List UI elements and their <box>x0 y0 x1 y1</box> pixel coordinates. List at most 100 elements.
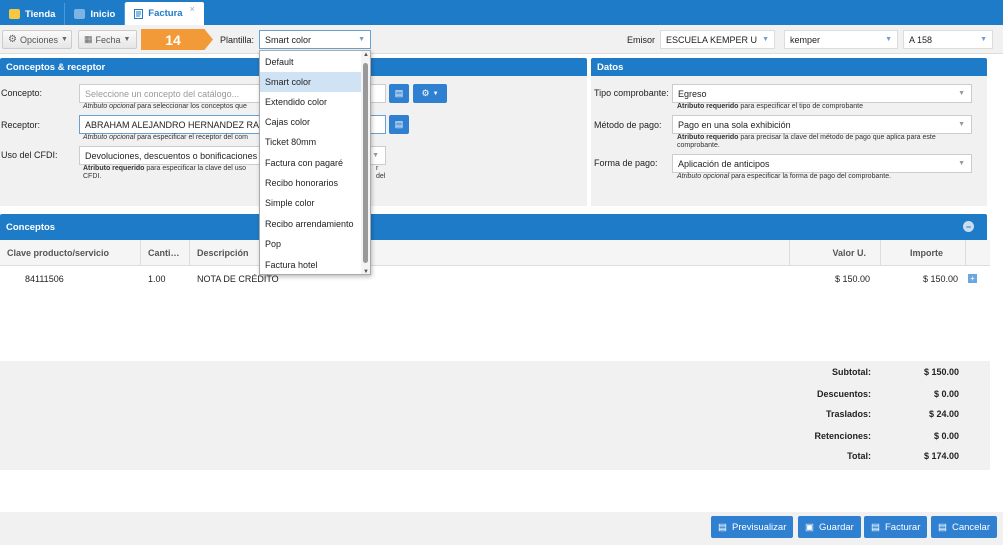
plantilla-option-pop[interactable]: Pop <box>260 234 362 254</box>
row-clave: 84111506 <box>25 274 64 284</box>
row-details-icon[interactable]: + <box>968 274 977 283</box>
collapse-icon[interactable]: − <box>963 221 974 232</box>
calendar-icon: ▦ <box>84 34 93 44</box>
tab-label: Tienda <box>25 8 56 20</box>
gear-icon: ⚙ <box>8 34 17 45</box>
receptor-help: Atributo opcional para especificar el re… <box>83 134 248 142</box>
cancelar-label: Cancelar <box>951 521 991 533</box>
col-importe[interactable]: Importe <box>881 240 966 266</box>
help-text: para especificar el tipo de comprobante <box>738 103 863 110</box>
chevron-down-icon: ▼ <box>123 36 131 43</box>
plantilla-option-extendido-color[interactable]: Extendido color <box>260 92 362 112</box>
plantilla-option-factura-hotel[interactable]: Factura hotel <box>260 255 362 274</box>
scroll-up-icon[interactable]: ▲ <box>363 52 369 58</box>
emisor-user-value: kemper <box>790 34 821 45</box>
home-icon <box>74 9 86 19</box>
fecha-button[interactable]: ▦ Fecha ▼ <box>78 30 137 49</box>
metodo-value: Pago en una sola exhibición <box>678 119 791 130</box>
plantilla-option-simple-color[interactable]: Simple color <box>260 193 362 213</box>
cancelar-button[interactable]: ▤ Cancelar <box>931 516 998 538</box>
document-icon <box>134 8 144 19</box>
uso-cfdi-label: Uso del CFDI: <box>1 150 58 160</box>
metodo-pago-select[interactable]: Pago en una sola exhibición ▼ <box>672 115 972 134</box>
plantilla-option-default[interactable]: Default <box>260 52 362 72</box>
retenciones-value: $ 0.00 <box>933 431 959 441</box>
document-icon: ▤ <box>394 88 404 98</box>
emisor-value: ESCUELA KEMPER U <box>666 34 758 45</box>
forma-pago-label: Forma de pago: <box>594 158 658 168</box>
chevron-down-icon: ▼ <box>958 121 965 128</box>
tab-bar: Tienda Inicio Factura × <box>0 0 1003 25</box>
tab-label: Inicio <box>90 8 116 20</box>
plantilla-option-cajas-color[interactable]: Cajas color <box>260 112 362 132</box>
col-valor[interactable]: Valor U. <box>790 240 881 266</box>
step-badge: 14 <box>141 29 213 50</box>
store-icon <box>9 9 20 19</box>
scroll-down-icon[interactable]: ▼ <box>363 269 369 274</box>
guardar-label: Guardar <box>818 521 854 533</box>
guardar-button[interactable]: ▣ Guardar <box>798 516 861 538</box>
serie-select[interactable]: A 158 ▼ <box>903 30 993 49</box>
concepto-settings-button[interactable]: ⚙ ▼ <box>413 84 447 103</box>
col-cantidad[interactable]: Canti… <box>141 240 190 266</box>
tab-inicio[interactable]: Inicio <box>65 3 126 25</box>
tipo-comprobante-select[interactable]: Egreso ▼ <box>672 84 972 103</box>
chevron-down-icon: ▼ <box>958 90 965 97</box>
metodo-pago-label: Método de pago: <box>594 120 662 130</box>
previsualizar-button[interactable]: ▤ Previsualizar <box>711 516 794 538</box>
help-strong: Atributo requerido <box>677 103 739 110</box>
help-em: Atributo opcional <box>677 173 730 180</box>
forma-help: Atributo opcional para especificar la fo… <box>677 173 891 181</box>
add-receptor-button[interactable]: ▤ <box>389 115 409 134</box>
save-icon: ▣ <box>805 521 814 533</box>
concepto-help: Atributo opcional para seleccionar los c… <box>83 103 247 111</box>
help-text: para seleccionar los conceptos que <box>135 103 247 110</box>
descuentos-value: $ 0.00 <box>933 389 959 399</box>
scrollbar-thumb[interactable] <box>363 63 368 263</box>
emisor-select[interactable]: ESCUELA KEMPER U ▼ <box>660 30 775 49</box>
close-icon[interactable]: × <box>190 4 195 14</box>
subtotal-value: $ 150.00 <box>923 367 959 377</box>
conceptos-header: Conceptos <box>0 214 987 240</box>
facturar-button[interactable]: ▤ Facturar <box>864 516 928 538</box>
col-clave[interactable]: Clave producto/servicio <box>0 240 141 266</box>
tab-factura[interactable]: Factura × <box>125 2 204 25</box>
opciones-label: Opciones <box>19 34 58 45</box>
forma-pago-select[interactable]: Aplicación de anticipos ▼ <box>672 154 972 173</box>
plantilla-select[interactable]: Smart color ▼ <box>259 30 371 49</box>
help-text: para especificar la clave del uso <box>144 165 247 172</box>
tipo-comprobante-label: Tipo comprobante: <box>594 88 669 98</box>
total-value: $ 174.00 <box>923 451 959 461</box>
plantilla-option-factura-pagare[interactable]: Factura con pagaré <box>260 153 362 173</box>
subtotal-label: Subtotal: <box>832 367 871 377</box>
plantilla-value: Smart color <box>265 34 312 45</box>
chevron-down-icon: ▼ <box>958 160 965 167</box>
uso-cfdi-value: Devoluciones, descuentos o bonificacione… <box>85 150 258 161</box>
traslados-value: $ 24.00 <box>928 409 959 419</box>
opciones-button[interactable]: ⚙ Opciones ▼ <box>2 30 72 49</box>
chevron-down-icon: ▼ <box>885 36 892 43</box>
document-icon: ▤ <box>394 119 404 129</box>
receptor-label: Receptor: <box>1 120 41 130</box>
help-text: para especificar el receptor del com <box>135 134 248 141</box>
document-icon: ▤ <box>871 521 880 533</box>
help-line2: comprobante. <box>677 142 720 149</box>
plantilla-option-recibo-honorarios[interactable]: Recibo honorarios <box>260 173 362 193</box>
metodo-help: Atributo requerido para precisar la clav… <box>677 134 977 150</box>
facturar-label: Facturar <box>884 521 921 533</box>
plantilla-label: Plantilla: <box>220 35 255 45</box>
add-concepto-button[interactable]: ▤ <box>389 84 409 103</box>
plantilla-option-smart-color[interactable]: Smart color <box>260 72 362 92</box>
help-strong: Atributo requerido <box>677 134 739 141</box>
tab-tienda[interactable]: Tienda <box>0 3 66 25</box>
emisor-user-select[interactable]: kemper ▼ <box>784 30 898 49</box>
plantilla-option-recibo-arrendamiento[interactable]: Recibo arrendamiento <box>260 214 362 234</box>
chevron-down-icon: ▼ <box>61 36 68 43</box>
plantilla-option-ticket-80mm[interactable]: Ticket 80mm <box>260 132 362 152</box>
help-em: Atributo opcional <box>83 103 136 110</box>
traslados-label: Traslados: <box>825 409 871 419</box>
chevron-down-icon: ▼ <box>980 36 987 43</box>
help-strong: Atributo requerido <box>83 165 145 172</box>
conceptos-table-header: Clave producto/servicio Canti… Descripci… <box>0 240 990 266</box>
dropdown-scrollbar[interactable]: ▲ ▼ <box>361 51 370 274</box>
